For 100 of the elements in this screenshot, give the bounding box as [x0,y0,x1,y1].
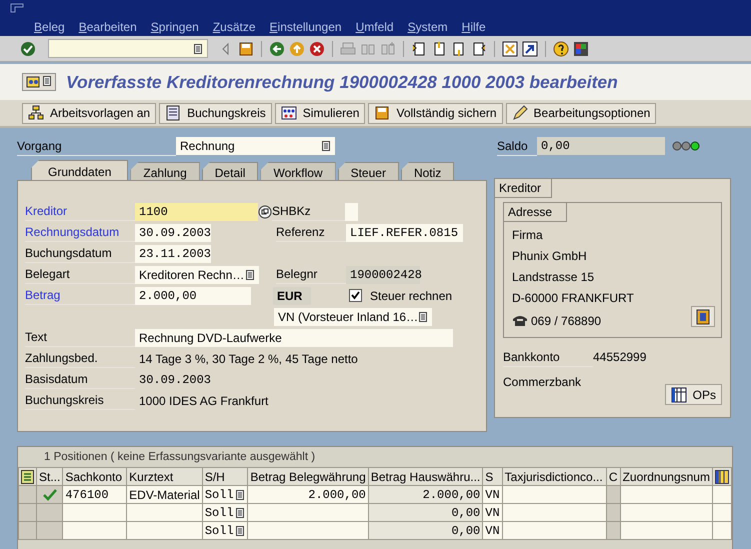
list-icon [245,268,255,280]
table-cell [62,522,127,540]
currency-field: EUR [273,286,311,304]
field-value: 14 Tage 3 %, 30 Tage 2 %, 45 Tage netto [139,350,358,368]
checkmark-icon [42,488,57,501]
column-header[interactable]: Zuordnungsnum [620,468,712,486]
group-title: Adresse [504,203,568,222]
input-field[interactable]: 1100 [135,202,258,220]
screen-title: Vorerfasste Kreditorenrechnung 1900002428 1000 2003 bearbeiten [66,70,618,94]
bank-name: Commerzbank [502,374,582,391]
contact-button[interactable] [691,306,715,327]
field-label: Zahlungsbed. [25,349,135,368]
field-label: Bankkonto [503,348,593,367]
last-page-icon[interactable] [471,40,487,56]
dropdown-cell[interactable]: Soll [202,504,248,522]
cancel-icon[interactable] [309,40,325,56]
dropdown-field[interactable]: Rechnung [176,137,335,155]
menu-item[interactable]: Bearbeiten [78,18,137,36]
menu-item[interactable]: System [408,18,448,36]
simulate-icon [280,105,297,121]
checkbox[interactable] [349,289,362,302]
pencil-icon [512,105,528,121]
dropdown-cell[interactable]: Soll [202,486,248,504]
menu-item[interactable]: Beleg [34,18,65,36]
dropdown-cell[interactable]: Soll [202,522,248,540]
table-settings-icon[interactable] [714,470,729,484]
tab[interactable]: Notiz [400,162,454,180]
new-session-icon[interactable] [502,40,518,56]
table-cell: 2.000,00 [248,486,368,504]
input-field[interactable]: LIEF.REFER.0815 [346,224,463,242]
toolbar-button[interactable]: Simulieren [274,102,366,124]
command-field[interactable] [48,39,208,58]
dropdown-field[interactable]: VN (Vorsteuer Inland 16… [274,308,432,326]
address-line: D-60000 FRANKFURT [512,290,635,307]
tab[interactable]: Detail [202,162,258,180]
column-header[interactable]: Betrag Hauswähru... [368,468,483,486]
table-icon [670,386,687,402]
save-icon [374,105,390,121]
column-header[interactable]: Betrag Belegwährung [248,468,368,486]
ledger-icon [165,105,182,121]
table-cell: 0,00 [368,522,483,540]
phone-number: 069 / 768890 [531,312,602,330]
menu-item[interactable]: Zusätze [212,18,256,36]
list-icon [42,75,52,87]
list-icon[interactable] [193,42,203,54]
enter-icon[interactable] [20,40,36,56]
checkbox-label[interactable]: Steuer rechnen [370,286,452,304]
column-header[interactable]: S [482,468,502,486]
toolbar-button[interactable]: Vollständig sichern [368,102,503,124]
input-field[interactable]: Rechnung DVD-Laufwerke [135,328,453,346]
save-icon[interactable] [238,40,254,56]
address-line: Phunix GmbH [512,248,588,265]
help-icon[interactable] [553,40,569,56]
window-menu-icon[interactable] [10,3,24,13]
menu-item[interactable]: Einstellungen [270,18,342,36]
open-items-button[interactable]: OPs [664,384,722,405]
telephone-icon [512,314,528,327]
select-all-icon[interactable] [21,470,34,484]
layout-icon[interactable] [573,40,589,56]
list-icon [235,506,246,519]
document-number-field: 1900002428 [346,266,420,284]
input-field[interactable]: 23.11.2003 [135,244,211,262]
table-cell: 476100 [62,486,127,504]
search-help-icon[interactable] [258,204,272,218]
table-cell: 0,00 [368,504,483,522]
tab[interactable]: Workflow [260,162,336,180]
tab[interactable]: Steuer [338,162,399,180]
balance-field: 0,00 [537,137,665,155]
menu-item[interactable]: Umfeld [356,18,394,36]
tab[interactable]: Zahlung [130,162,200,180]
list-icon [321,140,331,152]
column-header[interactable]: S/H [202,468,248,486]
address-card-icon [695,308,711,324]
menu-item[interactable]: Springen [150,18,199,36]
address-line: Firma [512,227,544,244]
column-header[interactable]: Kurztext [126,468,202,486]
column-header[interactable]: Sachkonto [62,468,127,486]
list-icon [418,310,428,322]
traffic-light-icon [672,141,700,151]
column-header[interactable]: St... [36,468,63,486]
input-field[interactable]: 30.09.2003 [135,224,211,242]
shortcut-icon[interactable] [522,40,538,56]
table-cell: 2.000,00 [368,486,483,504]
field-label: Buchungskreis [25,391,135,410]
table-cell [62,504,127,522]
toolbar-button[interactable]: Buchungskreis [159,102,272,124]
dropdown-field[interactable]: Kreditoren Rechn… [135,266,259,284]
first-page-icon[interactable] [411,40,427,56]
column-header[interactable]: C [606,468,620,486]
group-title: Kreditor [495,179,552,198]
field-value: 30.09.2003 [139,372,212,388]
toolbar-button[interactable]: Bearbeitungsoptionen [506,102,656,124]
tab[interactable]: Grunddaten [31,160,128,180]
menu-item[interactable]: Hilfe [462,18,486,36]
display-change-button[interactable] [22,73,56,91]
toolbar-button[interactable]: Arbeitsvorlagen an [22,102,156,124]
input-field[interactable]: 2.000,00 [135,286,251,304]
back-icon[interactable] [269,40,285,56]
input-field[interactable] [345,202,358,220]
column-header[interactable]: Taxjurisdictionco... [502,468,606,486]
